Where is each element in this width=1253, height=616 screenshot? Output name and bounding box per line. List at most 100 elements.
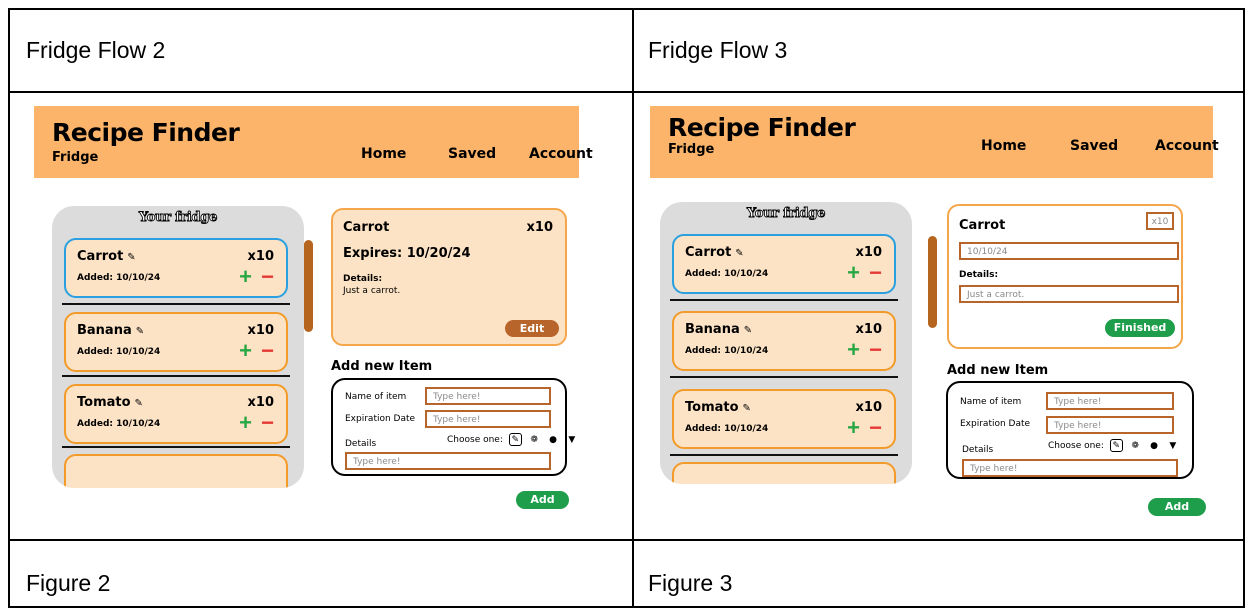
carrot-icon: ✎ [743, 325, 753, 336]
item-name-input[interactable]: Type here! [1046, 392, 1174, 410]
mushroom-icon[interactable]: ● [547, 434, 560, 447]
details-text: Just a carrot. [343, 286, 401, 296]
choose-label: Choose one: [1048, 441, 1104, 451]
details-label: Details: [343, 274, 383, 284]
finished-button[interactable]: Finished [1105, 319, 1175, 337]
broccoli-icon[interactable]: ❁ [1129, 440, 1142, 453]
edit-button[interactable]: Edit [505, 320, 559, 337]
item-name-input[interactable]: Type here! [425, 387, 551, 405]
details-input[interactable]: Just a carrot. [959, 285, 1179, 303]
choose-label: Choose one: [447, 435, 503, 445]
fridge-scrollbar[interactable] [928, 236, 937, 328]
increase-button[interactable]: + [847, 417, 860, 439]
broccoli-icon[interactable]: ❁ [528, 434, 541, 447]
carrot-icon: ✎ [742, 403, 751, 414]
cup-icon[interactable]: ▼ [1166, 440, 1179, 453]
fridge-panel: Your fridge Carrot ✎ x10 Added: 10/10/24 … [660, 202, 912, 484]
quantity-input[interactable]: x10 [1146, 212, 1174, 230]
shelf-divider [62, 303, 290, 305]
details-field-label: Details [962, 445, 994, 455]
details-input[interactable]: Type here! [345, 452, 551, 470]
carrot-icon[interactable]: ✎ [1109, 439, 1123, 452]
add-item-form: Name of item Type here! Expiration Date … [946, 381, 1194, 479]
decrease-button[interactable]: − [869, 417, 882, 439]
item-added-date: Added: 10/10/24 [77, 419, 161, 429]
fridge-scrollbar[interactable] [304, 240, 313, 332]
item-added-date: Added: 10/10/24 [685, 269, 769, 279]
decrease-button[interactable]: − [261, 340, 274, 362]
fridge-item-partial[interactable] [672, 462, 896, 484]
item-name: Tomato ✎ [685, 400, 751, 415]
fridge-title: Your fridge [138, 210, 218, 226]
item-name-label: Name of item [345, 392, 407, 402]
cup-icon[interactable]: ▼ [565, 434, 578, 447]
column-divider [632, 10, 634, 606]
item-name: Carrot ✎ [77, 249, 136, 264]
details-label: Details: [959, 270, 999, 280]
increase-button[interactable]: + [239, 412, 252, 434]
item-quantity: x10 [247, 395, 274, 410]
decrease-button[interactable]: − [261, 412, 274, 434]
fridge-item-carrot[interactable]: Carrot ✎ x10 Added: 10/10/24 + − [64, 238, 288, 298]
mushroom-icon[interactable]: ● [1148, 440, 1161, 453]
detail-item-name: Carrot [959, 218, 1006, 233]
fridge-item-banana[interactable]: Banana ✎ x10 Added: 10/10/24 + − [672, 311, 896, 371]
decrease-button[interactable]: − [261, 266, 274, 288]
category-chooser: Choose one: ✎ ❁ ● ▼ [1048, 439, 1179, 453]
detail-expiration: Expires: 10/20/24 [343, 246, 471, 261]
item-added-date: Added: 10/10/24 [685, 346, 769, 356]
add-item-title: Add new Item [947, 363, 1049, 378]
category-chooser: Choose one: ✎ ❁ ● ▼ [447, 433, 578, 447]
nav-saved[interactable]: Saved [1070, 138, 1118, 154]
expiration-date-label: Expiration Date [960, 419, 1031, 429]
nav-home[interactable]: Home [981, 138, 1026, 154]
item-edit-card: Carrot x10 10/10/24 Details: Just a carr… [947, 204, 1183, 349]
item-quantity: x10 [247, 249, 274, 264]
expiration-date-input[interactable]: Type here! [1046, 416, 1174, 434]
increase-button[interactable]: + [239, 340, 252, 362]
shelf-divider [62, 446, 290, 448]
item-added-date: Added: 10/10/24 [685, 424, 769, 434]
decrease-button[interactable]: − [869, 339, 882, 361]
item-name: Tomato ✎ [77, 395, 143, 410]
nav-saved[interactable]: Saved [448, 146, 496, 162]
details-input[interactable]: Type here! [962, 459, 1178, 477]
item-quantity: x10 [247, 323, 274, 338]
fridge-panel: Your fridge Carrot ✎ x10 Added: 10/10/24 … [52, 206, 304, 488]
increase-button[interactable]: + [847, 339, 860, 361]
carrot-icon: ✎ [134, 398, 143, 409]
fridge-item-tomato[interactable]: Tomato ✎ x10 Added: 10/10/24 + − [64, 384, 288, 444]
item-name: Carrot ✎ [685, 245, 744, 260]
expiration-date-input[interactable]: Type here! [425, 410, 551, 428]
add-button[interactable]: Add [1148, 498, 1206, 516]
expiration-date-input[interactable]: 10/10/24 [959, 242, 1179, 260]
fridge-title: Your fridge [746, 206, 826, 222]
header-row-divider [10, 91, 1243, 93]
fridge-item-partial[interactable] [64, 454, 288, 488]
page-subtitle: Fridge [668, 142, 715, 157]
fridge-flow-3-screen: Recipe Finder Fridge Home Saved Account … [650, 106, 1219, 516]
app-title: Recipe Finder [52, 118, 240, 147]
expiration-date-label: Expiration Date [345, 414, 416, 424]
carrot-icon: ✎ [127, 252, 136, 263]
carrot-icon[interactable]: ✎ [508, 433, 522, 446]
increase-button[interactable]: + [847, 262, 860, 284]
fridge-item-tomato[interactable]: Tomato ✎ x10 Added: 10/10/24 + − [672, 389, 896, 449]
decrease-button[interactable]: − [869, 262, 882, 284]
figure-caption-3: Figure 3 [648, 570, 733, 596]
figure-caption-2: Figure 2 [26, 570, 111, 596]
page-subtitle: Fridge [52, 150, 99, 165]
app-header: Recipe Finder Fridge Home Saved Account [34, 106, 593, 178]
add-item-title: Add new Item [331, 359, 433, 374]
item-quantity: x10 [855, 400, 882, 415]
detail-item-name: Carrot [343, 220, 390, 235]
item-name: Banana ✎ [685, 322, 753, 337]
nav-home[interactable]: Home [361, 146, 406, 162]
nav-account[interactable]: Account [1155, 138, 1219, 154]
add-button[interactable]: Add [516, 491, 569, 509]
fridge-item-carrot[interactable]: Carrot ✎ x10 Added: 10/10/24 + − [672, 234, 896, 294]
increase-button[interactable]: + [239, 266, 252, 288]
app-title: Recipe Finder [668, 113, 856, 142]
fridge-item-banana[interactable]: Banana ✎ x10 Added: 10/10/24 + − [64, 312, 288, 372]
nav-account[interactable]: Account [529, 146, 593, 162]
